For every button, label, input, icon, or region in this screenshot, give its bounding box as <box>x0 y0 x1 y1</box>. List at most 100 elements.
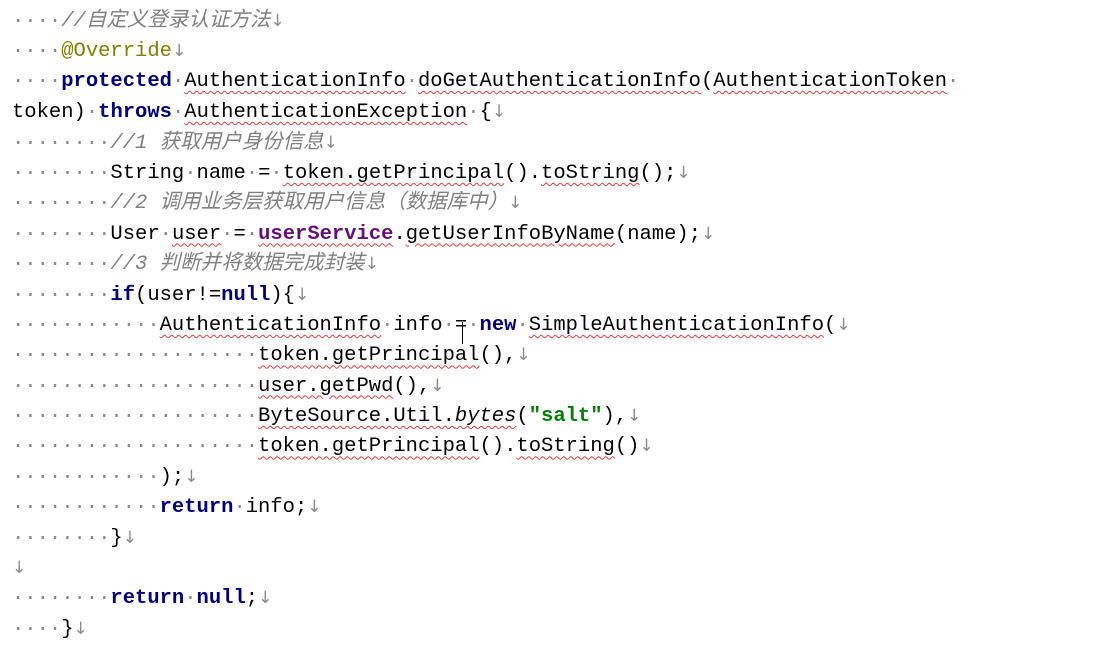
whitespace-marker: · <box>381 313 394 337</box>
code-line: ············AuthenticationInfo·info·=·ne… <box>12 310 1097 340</box>
whitespace-marker: · <box>159 222 172 246</box>
code-token: (), <box>393 374 431 398</box>
code-token: (), <box>479 344 517 368</box>
code-line: ····//自定义登录认证方法↓ <box>12 6 1097 36</box>
whitespace-marker: · <box>171 69 185 93</box>
whitespace-marker: · <box>233 496 246 520</box>
whitespace-marker: · <box>516 313 529 337</box>
line-break-mark: ↓ <box>364 254 379 275</box>
code-line: ····················ByteSource.Util.byte… <box>12 401 1097 431</box>
line-break-mark: ↓ <box>516 345 531 366</box>
code-comment: //2 调用业务层获取用户信息（数据库中） <box>110 192 509 216</box>
code-line: ········if(user!=null){↓ <box>12 280 1097 310</box>
code-token: doGetAuthenticationInfo <box>418 69 701 93</box>
whitespace-marker: ········ <box>12 253 111 277</box>
whitespace-marker: ············ <box>12 313 160 337</box>
whitespace-marker: · <box>221 222 234 246</box>
code-comment: //3 判断并将数据完成封装 <box>110 253 365 277</box>
whitespace-marker: · <box>85 101 99 125</box>
code-token: } <box>61 617 74 641</box>
whitespace-marker: · <box>467 101 480 125</box>
code-token: null <box>196 587 246 611</box>
code-line: ↓ <box>12 553 1097 583</box>
whitespace-marker: ···· <box>12 10 62 33</box>
code-token: AuthenticationToken <box>713 69 948 93</box>
whitespace-marker: ···· <box>12 617 62 641</box>
code-token: (). <box>504 161 542 185</box>
whitespace-marker: · <box>947 69 960 93</box>
code-token: ( <box>700 69 714 93</box>
whitespace-marker: ············ <box>12 465 160 489</box>
code-token: = <box>233 222 246 246</box>
code-token: info; <box>245 496 308 520</box>
whitespace-marker: ···· <box>12 69 62 93</box>
code-line: ········//3 判断并将数据完成封装↓ <box>12 249 1097 279</box>
code-line: ····}↓ <box>12 614 1097 644</box>
whitespace-marker: · <box>184 587 197 611</box>
whitespace-marker: · <box>405 69 418 93</box>
code-line: ····················user.getPwd(),↓ <box>12 371 1097 401</box>
code-token: (). <box>479 435 517 459</box>
line-break-mark: ↓ <box>184 466 199 487</box>
line-break-mark: ↓ <box>836 314 851 335</box>
line-break-mark: ↓ <box>676 162 691 183</box>
line-break-mark: ↓ <box>508 193 523 214</box>
code-line: token)·throws·AuthenticationException·{↓ <box>12 97 1097 127</box>
code-line: ········String·name·=·token.getPrincipal… <box>12 158 1097 188</box>
whitespace-marker: ········ <box>12 192 111 216</box>
code-token: token.getPrincipal <box>258 344 480 368</box>
code-token: () <box>614 435 640 459</box>
code-token: { <box>479 101 492 125</box>
whitespace-marker: ···················· <box>12 435 259 459</box>
whitespace-marker: ········ <box>12 587 111 611</box>
code-token: toString <box>516 435 615 459</box>
code-token: (user!= <box>135 283 222 307</box>
line-break-mark: ↓ <box>171 41 187 62</box>
line-break-mark: ↓ <box>627 406 642 427</box>
code-token: info <box>393 313 443 337</box>
whitespace-marker: ···················· <box>12 405 259 429</box>
code-line: ········//2 调用业务层获取用户信息（数据库中）↓ <box>12 188 1097 218</box>
code-token: AuthenticationInfo <box>159 313 382 337</box>
whitespace-marker: ············ <box>12 496 160 520</box>
code-editor[interactable]: ····//自定义登录认证方法↓ ····@Override↓ ····protec… <box>0 0 1097 653</box>
code-token: ){ <box>270 283 295 307</box>
code-token: bytes <box>454 405 517 429</box>
whitespace-marker: ········ <box>12 222 111 246</box>
whitespace-marker: ········ <box>12 131 111 155</box>
code-line: ····protected·AuthenticationInfo·doGetAu… <box>12 67 1097 97</box>
code-token: null <box>221 283 271 307</box>
line-break-mark: ↓ <box>122 527 137 548</box>
code-line: ········//1 获取用户身份信息↓ <box>12 128 1097 158</box>
code-line: ········return·null;↓ <box>12 583 1097 613</box>
code-token: . <box>393 222 406 246</box>
code-token: return <box>110 587 185 611</box>
code-line: ········}↓ <box>12 523 1097 553</box>
code-token: ( <box>824 313 837 337</box>
code-token: user <box>171 222 222 246</box>
whitespace-marker: ···················· <box>12 374 259 398</box>
code-token: "salt" <box>528 405 603 429</box>
whitespace-marker: ········ <box>12 283 111 307</box>
code-token: token.getPrincipal <box>282 161 505 185</box>
code-token: userService <box>258 222 394 246</box>
whitespace-marker: ········ <box>12 526 111 550</box>
code-token: } <box>110 526 123 550</box>
whitespace-marker: · <box>270 161 283 185</box>
code-token: ); <box>159 465 185 489</box>
line-break-mark: ↓ <box>270 11 285 31</box>
whitespace-marker: · <box>245 222 259 246</box>
code-line: ············return·info;↓ <box>12 492 1097 522</box>
line-break-mark: ↓ <box>639 436 654 457</box>
code-token: token <box>12 101 74 125</box>
whitespace-marker: ···················· <box>12 344 259 368</box>
line-break-mark: ↓ <box>258 588 273 609</box>
line-break-mark: ↓ <box>491 102 507 123</box>
line-break-mark: ↓ <box>323 132 338 153</box>
code-token: throws <box>98 101 172 125</box>
code-token: AuthenticationInfo <box>184 69 406 93</box>
whitespace-marker: ···· <box>12 40 62 64</box>
whitespace-marker: · <box>442 313 455 337</box>
code-line: ····················token.getPrincipal()… <box>12 431 1097 461</box>
code-line: ····@Override↓ <box>12 36 1097 66</box>
